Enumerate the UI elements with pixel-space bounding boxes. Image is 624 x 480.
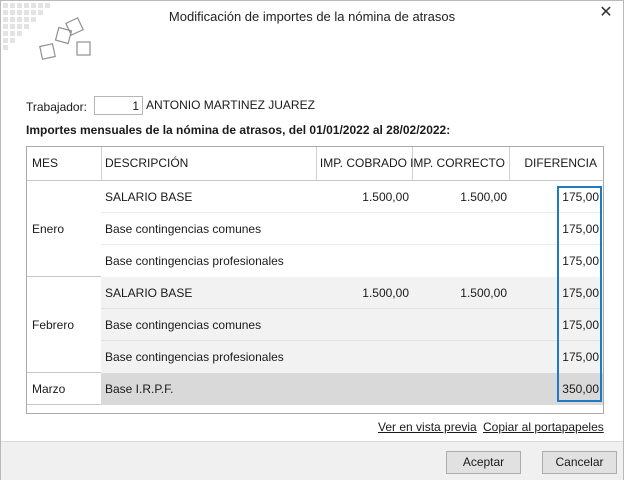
cell-descripcion: Base contingencias profesionales <box>105 254 284 268</box>
cell-diferencia[interactable]: 350,00 <box>562 382 599 396</box>
preview-link[interactable]: Ver en vista previa <box>378 420 477 434</box>
table-header: MES DESCRIPCIÓN IMP. COBRADO IMP. CORREC… <box>27 147 603 181</box>
worker-row: Trabajador: 1 ANTONIO MARTINEZ JUAREZ <box>26 95 315 115</box>
table-row[interactable]: Base contingencias profesionales 175,00 <box>101 245 603 277</box>
cell-diferencia[interactable]: 175,00 <box>562 286 599 300</box>
cell-descripcion: Base contingencias comunes <box>105 222 262 236</box>
cell-diferencia[interactable]: 175,00 <box>562 350 599 364</box>
close-icon[interactable]: ✕ <box>595 4 617 24</box>
cell-descripcion: Base contingencias comunes <box>105 318 262 332</box>
month-cell: Enero <box>27 181 101 277</box>
cancel-button[interactable]: Cancelar <box>542 451 617 474</box>
copy-clipboard-link[interactable]: Copiar al portapapeles <box>483 420 604 434</box>
section-title: Importes mensuales de la nómina de atras… <box>26 123 451 137</box>
table-row-selected[interactable]: Base I.R.P.F. 350,00 <box>101 373 603 405</box>
worker-code-field[interactable]: 1 <box>94 95 143 115</box>
dialog-title: Modificación de importes de la nómina de… <box>168 9 456 24</box>
month-cell: Febrero <box>27 277 101 373</box>
table-row[interactable]: SALARIO BASE 1.500,00 1.500,00 175,00 <box>101 181 603 213</box>
cell-descripcion: Base contingencias profesionales <box>105 350 284 364</box>
header-imp-correcto[interactable]: IMP. CORRECTO <box>410 147 505 180</box>
table-row[interactable]: Base contingencias profesionales 175,00 <box>101 341 603 373</box>
cell-diferencia[interactable]: 175,00 <box>562 190 599 204</box>
cell-descripcion: Base I.R.P.F. <box>105 382 174 396</box>
cell-diferencia[interactable]: 175,00 <box>562 254 599 268</box>
cell-diferencia[interactable]: 175,00 <box>562 318 599 332</box>
cell-imp-correcto: 1.500,00 <box>460 286 507 300</box>
accept-button[interactable]: Aceptar <box>446 451 521 474</box>
dialog-window: Modificación de importes de la nómina de… <box>0 0 624 480</box>
month-label: Enero <box>32 221 65 236</box>
header-mes[interactable]: MES <box>32 147 58 180</box>
month-cell: Marzo <box>27 373 101 405</box>
month-label: Marzo <box>32 381 66 396</box>
cell-descripcion: SALARIO BASE <box>105 286 193 300</box>
cell-imp-correcto: 1.500,00 <box>460 190 507 204</box>
header-imp-cobrado[interactable]: IMP. COBRADO <box>320 147 407 180</box>
dialog-footer: Aceptar Cancelar <box>1 441 623 480</box>
worker-label: Trabajador: <box>26 100 87 114</box>
cell-descripcion: SALARIO BASE <box>105 190 193 204</box>
header-descripcion[interactable]: DESCRIPCIÓN <box>105 147 188 180</box>
table-row[interactable]: Base contingencias comunes 175,00 <box>101 309 603 341</box>
worker-name: ANTONIO MARTINEZ JUAREZ <box>146 98 315 112</box>
table-row[interactable]: SALARIO BASE 1.500,00 1.500,00 175,00 <box>101 277 603 309</box>
header-diferencia[interactable]: DIFERENCIA <box>524 147 597 180</box>
arrears-table[interactable]: MES DESCRIPCIÓN IMP. COBRADO IMP. CORREC… <box>26 146 604 414</box>
month-label: Febrero <box>32 317 75 332</box>
cell-imp-cobrado: 1.500,00 <box>362 190 409 204</box>
table-row[interactable]: Base contingencias comunes 175,00 <box>101 213 603 245</box>
cell-diferencia[interactable]: 175,00 <box>562 222 599 236</box>
cell-imp-cobrado: 1.500,00 <box>362 286 409 300</box>
